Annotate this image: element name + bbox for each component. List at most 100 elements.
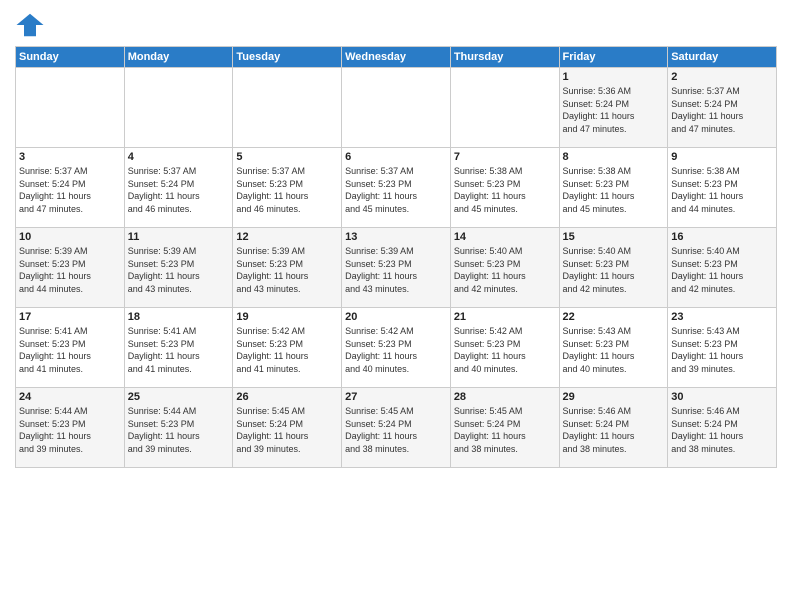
day-info: Sunrise: 5:44 AM Sunset: 5:23 PM Dayligh…	[19, 405, 121, 455]
day-number: 12	[236, 231, 338, 243]
weekday-header-wednesday: Wednesday	[342, 47, 451, 68]
day-info: Sunrise: 5:38 AM Sunset: 5:23 PM Dayligh…	[563, 165, 665, 215]
calendar-cell	[342, 68, 451, 148]
calendar-cell: 9 Sunrise: 5:38 AM Sunset: 5:23 PM Daylig…	[668, 148, 777, 228]
weekday-header-row: SundayMondayTuesdayWednesdayThursdayFrid…	[16, 47, 777, 68]
calendar-table: SundayMondayTuesdayWednesdayThursdayFrid…	[15, 46, 777, 468]
calendar-cell: 4 Sunrise: 5:37 AM Sunset: 5:24 PM Daylig…	[124, 148, 233, 228]
calendar-cell: 10 Sunrise: 5:39 AM Sunset: 5:23 PM Dayli…	[16, 228, 125, 308]
calendar-cell: 8Sunrise: 5:38 AM Sunset: 5:23 PM Daylig…	[559, 148, 668, 228]
day-info: Sunrise: 5:36 AM Sunset: 5:24 PM Dayligh…	[563, 85, 665, 135]
calendar-cell: 5Sunrise: 5:37 AM Sunset: 5:23 PM Daylig…	[233, 148, 342, 228]
day-number: 16	[671, 231, 773, 243]
day-number: 6	[345, 151, 447, 163]
day-number: 21	[454, 311, 556, 323]
day-info: Sunrise: 5:39 AM Sunset: 5:23 PM Dayligh…	[128, 245, 230, 295]
week-row-3: 10 Sunrise: 5:39 AM Sunset: 5:23 PM Dayli…	[16, 228, 777, 308]
day-info: Sunrise: 5:37 AM Sunset: 5:24 PM Dayligh…	[128, 165, 230, 215]
day-number: 30	[671, 391, 773, 403]
day-info: Sunrise: 5:44 AM Sunset: 5:23 PM Dayligh…	[128, 405, 230, 455]
week-row-4: 17 Sunrise: 5:41 AM Sunset: 5:23 PM Dayli…	[16, 308, 777, 388]
day-info: Sunrise: 5:39 AM Sunset: 5:23 PM Dayligh…	[236, 245, 338, 295]
calendar-cell: 11 Sunrise: 5:39 AM Sunset: 5:23 PM Dayli…	[124, 228, 233, 308]
week-row-5: 24 Sunrise: 5:44 AM Sunset: 5:23 PM Dayli…	[16, 388, 777, 468]
calendar-cell: 12 Sunrise: 5:39 AM Sunset: 5:23 PM Dayli…	[233, 228, 342, 308]
day-info: Sunrise: 5:45 AM Sunset: 5:24 PM Dayligh…	[454, 405, 556, 455]
day-info: Sunrise: 5:42 AM Sunset: 5:23 PM Dayligh…	[454, 325, 556, 375]
day-info: Sunrise: 5:40 AM Sunset: 5:23 PM Dayligh…	[671, 245, 773, 295]
weekday-header-friday: Friday	[559, 47, 668, 68]
day-number: 10	[19, 231, 121, 243]
day-number: 24	[19, 391, 121, 403]
day-number: 9	[671, 151, 773, 163]
day-number: 11	[128, 231, 230, 243]
weekday-header-sunday: Sunday	[16, 47, 125, 68]
calendar-cell: 27 Sunrise: 5:45 AM Sunset: 5:24 PM Dayli…	[342, 388, 451, 468]
day-info: Sunrise: 5:43 AM Sunset: 5:23 PM Dayligh…	[563, 325, 665, 375]
day-number: 4	[128, 151, 230, 163]
day-info: Sunrise: 5:41 AM Sunset: 5:23 PM Dayligh…	[19, 325, 121, 375]
weekday-header-tuesday: Tuesday	[233, 47, 342, 68]
day-number: 26	[236, 391, 338, 403]
calendar-cell: 15 Sunrise: 5:40 AM Sunset: 5:23 PM Dayli…	[559, 228, 668, 308]
day-number: 13	[345, 231, 447, 243]
calendar-cell: 24 Sunrise: 5:44 AM Sunset: 5:23 PM Dayli…	[16, 388, 125, 468]
calendar-cell: 18 Sunrise: 5:41 AM Sunset: 5:23 PM Dayli…	[124, 308, 233, 388]
day-info: Sunrise: 5:40 AM Sunset: 5:23 PM Dayligh…	[454, 245, 556, 295]
day-info: Sunrise: 5:38 AM Sunset: 5:23 PM Dayligh…	[454, 165, 556, 215]
calendar-cell	[233, 68, 342, 148]
calendar-cell: 14 Sunrise: 5:40 AM Sunset: 5:23 PM Dayli…	[450, 228, 559, 308]
day-info: Sunrise: 5:39 AM Sunset: 5:23 PM Dayligh…	[19, 245, 121, 295]
calendar-cell	[16, 68, 125, 148]
day-number: 15	[563, 231, 665, 243]
day-info: Sunrise: 5:41 AM Sunset: 5:23 PM Dayligh…	[128, 325, 230, 375]
day-info: Sunrise: 5:46 AM Sunset: 5:24 PM Dayligh…	[563, 405, 665, 455]
calendar-cell: 7Sunrise: 5:38 AM Sunset: 5:23 PM Daylig…	[450, 148, 559, 228]
calendar-cell: 29Sunrise: 5:46 AM Sunset: 5:24 PM Dayli…	[559, 388, 668, 468]
day-info: Sunrise: 5:38 AM Sunset: 5:23 PM Dayligh…	[671, 165, 773, 215]
day-number: 19	[236, 311, 338, 323]
logo	[15, 10, 49, 40]
week-row-2: 3 Sunrise: 5:37 AM Sunset: 5:24 PM Daylig…	[16, 148, 777, 228]
day-info: Sunrise: 5:37 AM Sunset: 5:23 PM Dayligh…	[345, 165, 447, 215]
day-info: Sunrise: 5:43 AM Sunset: 5:23 PM Dayligh…	[671, 325, 773, 375]
day-number: 14	[454, 231, 556, 243]
day-info: Sunrise: 5:37 AM Sunset: 5:24 PM Dayligh…	[671, 85, 773, 135]
day-info: Sunrise: 5:45 AM Sunset: 5:24 PM Dayligh…	[345, 405, 447, 455]
weekday-header-monday: Monday	[124, 47, 233, 68]
calendar-cell: 30 Sunrise: 5:46 AM Sunset: 5:24 PM Dayli…	[668, 388, 777, 468]
day-info: Sunrise: 5:37 AM Sunset: 5:24 PM Dayligh…	[19, 165, 121, 215]
calendar-cell: 13 Sunrise: 5:39 AM Sunset: 5:23 PM Dayli…	[342, 228, 451, 308]
calendar-cell	[124, 68, 233, 148]
day-number: 22	[563, 311, 665, 323]
day-number: 20	[345, 311, 447, 323]
day-info: Sunrise: 5:46 AM Sunset: 5:24 PM Dayligh…	[671, 405, 773, 455]
logo-icon	[15, 10, 45, 40]
day-number: 28	[454, 391, 556, 403]
calendar-cell: 21 Sunrise: 5:42 AM Sunset: 5:23 PM Dayli…	[450, 308, 559, 388]
week-row-1: 1Sunrise: 5:36 AM Sunset: 5:24 PM Daylig…	[16, 68, 777, 148]
calendar-cell: 6 Sunrise: 5:37 AM Sunset: 5:23 PM Daylig…	[342, 148, 451, 228]
calendar-cell: 20 Sunrise: 5:42 AM Sunset: 5:23 PM Dayli…	[342, 308, 451, 388]
day-info: Sunrise: 5:45 AM Sunset: 5:24 PM Dayligh…	[236, 405, 338, 455]
calendar-cell: 19 Sunrise: 5:42 AM Sunset: 5:23 PM Dayli…	[233, 308, 342, 388]
calendar-cell: 2 Sunrise: 5:37 AM Sunset: 5:24 PM Daylig…	[668, 68, 777, 148]
calendar-cell: 23 Sunrise: 5:43 AM Sunset: 5:23 PM Dayli…	[668, 308, 777, 388]
day-number: 18	[128, 311, 230, 323]
calendar-cell: 16 Sunrise: 5:40 AM Sunset: 5:23 PM Dayli…	[668, 228, 777, 308]
day-number: 17	[19, 311, 121, 323]
day-number: 23	[671, 311, 773, 323]
page: SundayMondayTuesdayWednesdayThursdayFrid…	[0, 0, 792, 612]
day-info: Sunrise: 5:42 AM Sunset: 5:23 PM Dayligh…	[345, 325, 447, 375]
day-number: 2	[671, 71, 773, 83]
day-number: 5	[236, 151, 338, 163]
header	[15, 10, 777, 40]
day-info: Sunrise: 5:39 AM Sunset: 5:23 PM Dayligh…	[345, 245, 447, 295]
calendar-cell: 1Sunrise: 5:36 AM Sunset: 5:24 PM Daylig…	[559, 68, 668, 148]
day-number: 27	[345, 391, 447, 403]
day-number: 3	[19, 151, 121, 163]
day-info: Sunrise: 5:40 AM Sunset: 5:23 PM Dayligh…	[563, 245, 665, 295]
day-info: Sunrise: 5:42 AM Sunset: 5:23 PM Dayligh…	[236, 325, 338, 375]
weekday-header-thursday: Thursday	[450, 47, 559, 68]
day-number: 25	[128, 391, 230, 403]
